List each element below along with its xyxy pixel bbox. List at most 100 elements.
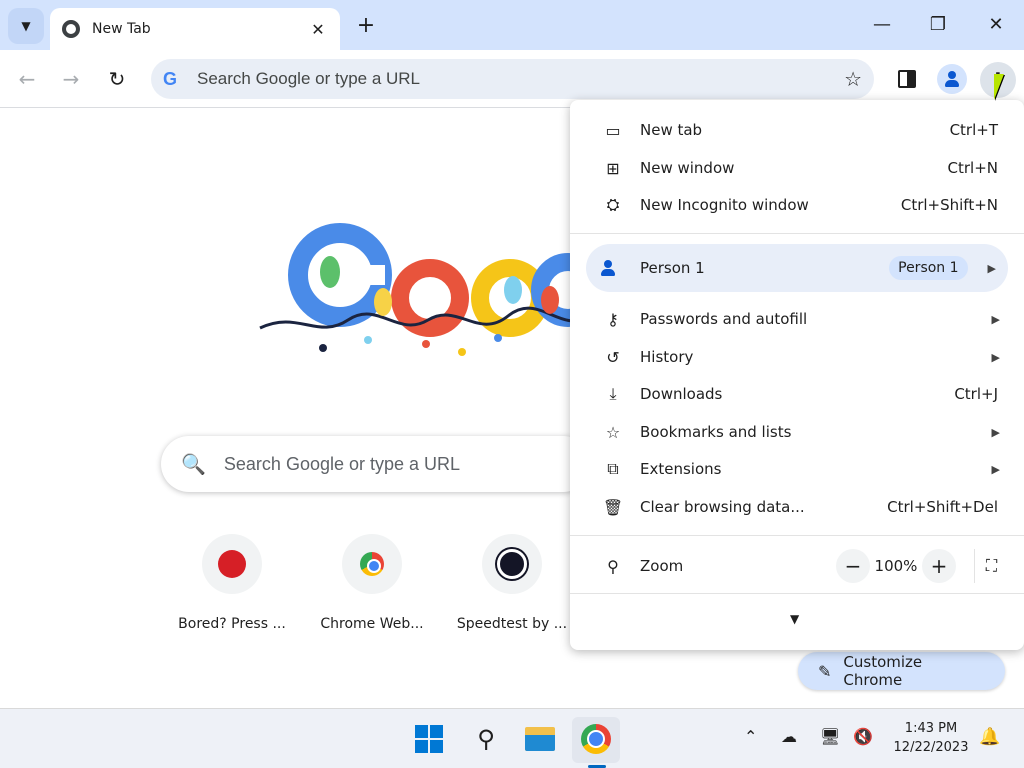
customize-chrome-label: Customize Chrome <box>843 653 923 689</box>
bookmark-star-icon[interactable]: ☆ <box>844 67 862 91</box>
shortcut-tile[interactable]: Bored? Press ... <box>172 534 292 632</box>
chevron-right-icon: ▶ <box>991 462 1000 476</box>
zoom-value: 100% <box>874 557 918 575</box>
shortcut-icon-bg <box>202 534 262 594</box>
speedtest-icon <box>497 549 527 579</box>
zoom-out-button[interactable]: − <box>836 549 870 583</box>
menu-item-shortcut: Ctrl+N <box>947 159 998 177</box>
title-bar: ▼ New Tab ✕ + — ❐ ✕ <box>0 0 1024 50</box>
menu-item-downloads[interactable]: ⤓ Downloads Ctrl+J <box>570 376 1024 412</box>
screen: ▼ New Tab ✕ + — ❐ ✕ ← → ↻ G Search Googl… <box>0 0 1024 768</box>
tab-title: New Tab <box>92 21 151 37</box>
menu-item-label: Downloads <box>640 385 723 403</box>
new-tab-button[interactable]: + <box>352 12 380 40</box>
menu-item-extensions[interactable]: ⧉ Extensions ▶ <box>570 451 1024 487</box>
tab-new-tab[interactable]: New Tab ✕ <box>50 8 340 50</box>
shortcut-tile[interactable]: Chrome Web... <box>312 534 432 632</box>
extensions-icon: ⧉ <box>607 459 619 478</box>
tab-search-button[interactable]: ▼ <box>8 8 44 44</box>
clock-time: 1:43 PM <box>904 721 958 736</box>
menu-item-shortcut: Ctrl+J <box>954 385 998 403</box>
side-panel-icon <box>898 70 916 88</box>
onedrive-icon[interactable]: ☁ <box>781 727 797 746</box>
shortcut-label: Chrome Web... <box>320 616 424 632</box>
menu-item-person[interactable]: Person 1 Person 1 ▶ <box>586 244 1008 292</box>
person-icon <box>943 70 961 88</box>
file-explorer-button[interactable] <box>522 721 558 757</box>
notification-bell-icon[interactable]: 🔔 <box>979 727 1000 747</box>
shortcut-label: Bored? Press ... <box>178 616 286 632</box>
menu-item-passwords-autofill[interactable]: ⚷ Passwords and autofill ▶ <box>570 301 1024 337</box>
taskbar-clock[interactable]: 1:43 PM 12/22/2023 <box>888 719 974 757</box>
menu-item-label: New tab <box>640 121 703 139</box>
volume-muted-icon[interactable]: 🔇 <box>853 727 873 746</box>
menu-item-new-window[interactable]: ⊞ New window Ctrl+N <box>570 150 1024 186</box>
menu-item-bookmarks-lists[interactable]: ☆ Bookmarks and lists ▶ <box>570 414 1024 450</box>
pencil-icon: ✎ <box>818 661 832 681</box>
side-panel-button[interactable] <box>893 65 921 93</box>
menu-divider <box>570 535 1024 536</box>
zoom-in-button[interactable]: + <box>922 549 956 583</box>
fullscreen-icon: ⛶ <box>985 556 998 575</box>
menu-zoom-row: ⚲ Zoom − 100% + ⛶ <box>570 544 1024 588</box>
restore-button[interactable]: ❐ <box>918 10 958 40</box>
menu-item-shortcut: Ctrl+Shift+Del <box>887 498 998 516</box>
menu-item-label: Bookmarks and lists <box>640 423 792 441</box>
page-search-box[interactable]: 🔍 Search Google or type a URL <box>161 436 591 492</box>
shortcut-icon-bg <box>342 534 402 594</box>
reload-button[interactable]: ↻ <box>102 64 132 94</box>
clock-date: 12/22/2023 <box>893 740 969 755</box>
person-label: Person 1 <box>640 259 705 277</box>
windows-logo-icon <box>415 725 443 753</box>
shortcut-label: Speedtest by ... <box>456 616 568 632</box>
mouse-cursor-icon <box>994 74 1004 100</box>
star-icon: ☆ <box>605 422 621 442</box>
menu-more-chevron-icon[interactable]: ▼ <box>790 612 799 626</box>
google-doodle[interactable] <box>258 220 588 360</box>
close-icon[interactable]: ✕ <box>308 20 328 39</box>
menu-item-new-tab[interactable]: ▭ New tab Ctrl+T <box>570 112 1024 148</box>
fullscreen-button[interactable]: ⛶ <box>974 549 1008 583</box>
menu-divider <box>570 233 1024 234</box>
red-button-icon <box>218 550 246 578</box>
menu-item-label: New Incognito window <box>640 196 809 214</box>
close-window-button[interactable]: ✕ <box>976 10 1016 40</box>
menu-divider <box>570 593 1024 594</box>
chrome-menu: ▭ New tab Ctrl+T ⊞ New window Ctrl+N ⛭ N… <box>570 100 1024 650</box>
zoom-icon: ⚲ <box>607 556 619 576</box>
google-icon: G <box>163 68 178 89</box>
menu-item-clear-browsing-data[interactable]: 🗑 Clear browsing data... Ctrl+Shift+Del <box>570 489 1024 525</box>
menu-item-shortcut: Ctrl+T <box>949 121 998 139</box>
chevron-right-icon: ▶ <box>991 312 1000 326</box>
menu-item-label: New window <box>640 159 735 177</box>
shortcut-tile[interactable]: Speedtest by ... <box>452 534 572 632</box>
chevron-right-icon: ▶ <box>987 261 996 275</box>
menu-item-label: Extensions <box>640 460 722 478</box>
minimize-button[interactable]: — <box>862 10 902 40</box>
back-button[interactable]: ← <box>12 64 42 94</box>
chrome-favicon-icon <box>62 20 80 38</box>
network-icon[interactable]: 🖥 <box>820 727 840 746</box>
download-icon: ⤓ <box>609 384 617 403</box>
menu-item-shortcut: Ctrl+Shift+N <box>900 196 998 214</box>
chrome-icon <box>581 724 611 754</box>
chevron-right-icon: ▶ <box>991 425 1000 439</box>
start-button[interactable] <box>411 721 447 757</box>
omnibox-text: Search Google or type a URL <box>197 69 421 88</box>
chevron-up-icon[interactable]: ⌃ <box>744 727 757 746</box>
forward-button[interactable]: → <box>56 64 86 94</box>
taskbar-search-button[interactable]: ⚲ <box>468 721 504 757</box>
incognito-icon: ⛭ <box>606 195 620 214</box>
search-icon: 🔍 <box>181 452 206 476</box>
person-icon <box>596 259 620 277</box>
customize-chrome-button[interactable]: ✎ Customize Chrome <box>798 652 1005 690</box>
chrome-taskbar-button[interactable] <box>578 721 614 757</box>
omnibox[interactable]: G Search Google or type a URL ☆ <box>151 59 874 99</box>
taskbar: ⚲ ⌃ ☁ 🖥 🔇 1:43 PM 12/22/2023 🔔 <box>0 708 1024 768</box>
key-icon: ⚷ <box>607 309 619 329</box>
menu-item-history[interactable]: ↺ History ▶ <box>570 339 1024 375</box>
chrome-web-store-icon <box>360 552 384 576</box>
menu-item-new-incognito-window[interactable]: ⛭ New Incognito window Ctrl+Shift+N <box>570 187 1024 223</box>
folder-icon <box>525 727 555 751</box>
profile-button[interactable] <box>937 64 967 94</box>
